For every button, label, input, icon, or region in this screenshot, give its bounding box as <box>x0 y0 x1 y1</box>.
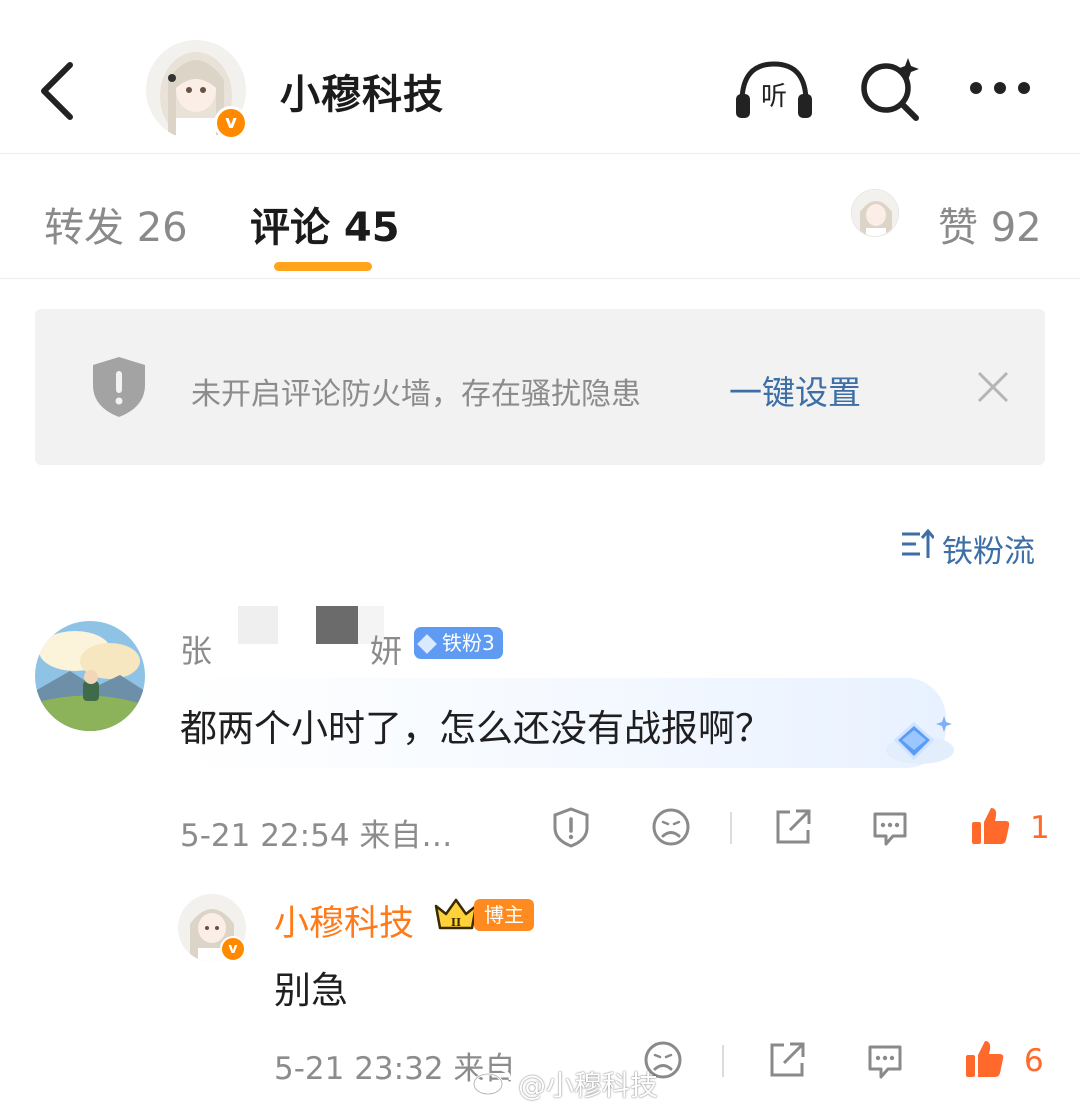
iron-fan-badge[interactable]: 铁粉3 <box>414 627 503 659</box>
report-icon[interactable] <box>550 806 592 848</box>
more-icon[interactable] <box>968 78 1032 98</box>
reply-icon[interactable] <box>864 1039 906 1081</box>
comment-text[interactable]: 都两个小时了，怎么还没有战报啊？ <box>180 698 772 752</box>
crown-icon: II <box>434 898 478 930</box>
banner-message: 未开启评论防火墙，存在骚扰隐患 <box>191 377 641 412</box>
comment-time: 5-21 22:54 来自… <box>180 818 453 854</box>
verified-badge: v <box>220 936 246 962</box>
sort-label: 铁粉流 <box>942 534 1035 570</box>
liker-avatar[interactable] <box>851 189 899 237</box>
reply-text[interactable]: 别急 <box>274 960 348 1014</box>
fan-badge-label: 铁粉3 <box>442 631 495 655</box>
dislike-icon[interactable] <box>650 806 692 848</box>
tab-bar: 转发 26 评论 45 <box>0 155 1080 279</box>
tab-like[interactable]: 赞 92 <box>938 195 1042 253</box>
one-click-setup-link[interactable]: 一键设置 <box>729 366 861 414</box>
watermark: @小穆科技 <box>518 1069 659 1102</box>
sort-toggle[interactable]: 铁粉流 <box>900 526 1046 570</box>
reply-author-name[interactable]: 小穆科技 <box>274 895 414 946</box>
listen-label: 听 <box>761 82 787 112</box>
like-icon[interactable] <box>968 804 1012 848</box>
page-title[interactable]: 小穆科技 <box>280 62 444 120</box>
comment-meta-row: 5-21 22:54 来自… 1 <box>0 807 1080 854</box>
back-icon[interactable] <box>30 55 90 125</box>
reply-icon[interactable] <box>869 806 911 848</box>
author-avatar[interactable]: v <box>146 40 248 140</box>
crown-level: II <box>451 916 461 929</box>
commenter-name-start: 张 <box>180 632 213 670</box>
diamond-icon <box>417 634 437 654</box>
commenter-name-end: 妍 <box>370 632 403 670</box>
share-icon[interactable] <box>766 1039 808 1081</box>
verified-badge: v <box>214 106 248 140</box>
redaction-mask <box>316 606 358 644</box>
top-bar: v 小穆科技 听 <box>0 0 1080 154</box>
blogger-badge: 博主 <box>474 899 534 931</box>
divider <box>730 812 732 844</box>
shield-warning-icon <box>93 357 145 417</box>
divider <box>722 1045 724 1077</box>
weibo-logo-icon <box>472 1068 512 1096</box>
comment-firewall-banner: 未开启评论防火墙，存在骚扰隐患 一键设置 <box>35 309 1045 465</box>
share-icon[interactable] <box>772 806 814 848</box>
search-icon[interactable] <box>858 54 922 122</box>
like-icon[interactable] <box>962 1037 1006 1081</box>
listen-icon[interactable]: 听 <box>734 58 814 120</box>
redaction-mask <box>238 606 278 644</box>
diamond-decoration-icon <box>886 716 954 764</box>
commenter-avatar[interactable] <box>35 621 145 731</box>
reply-like-count: 6 <box>1024 1043 1044 1079</box>
tab-comment[interactable]: 评论 45 <box>250 195 400 253</box>
active-tab-indicator <box>274 262 372 271</box>
comment-like-count: 1 <box>1030 810 1050 846</box>
tab-forward[interactable]: 转发 26 <box>44 195 188 253</box>
sort-icon <box>902 528 934 558</box>
commenter-name[interactable]: 张 妍 <box>180 606 420 670</box>
close-icon[interactable] <box>975 369 1011 405</box>
